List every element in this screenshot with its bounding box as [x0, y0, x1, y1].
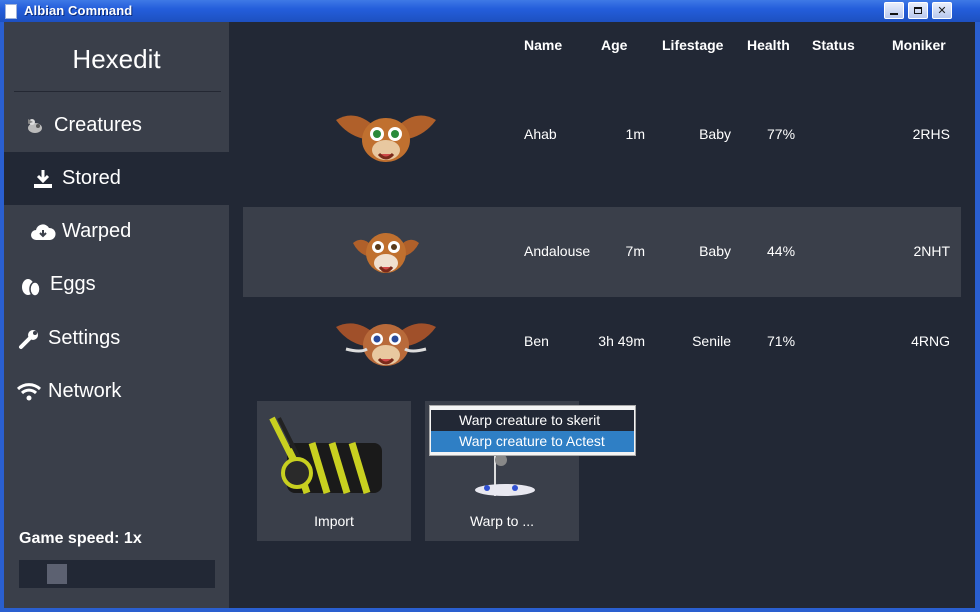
cell-name: Ahab [524, 126, 557, 142]
creature-portrait [336, 323, 436, 366]
sidebar: Hexedit Creatures Stored Warped Eggs Set… [4, 22, 229, 608]
title-bar[interactable]: Albian Command ✕ [0, 0, 980, 22]
close-icon: ✕ [937, 5, 947, 17]
cell-lifestage: Baby [699, 126, 731, 142]
sidebar-item-creatures[interactable]: Creatures [4, 99, 229, 152]
creature-portrait [336, 115, 436, 162]
cell-lifestage: Senile [692, 333, 731, 349]
maximize-icon [914, 7, 922, 14]
sidebar-item-settings[interactable]: Settings [4, 312, 229, 365]
minimize-icon [890, 12, 898, 15]
game-speed-slider[interactable] [19, 560, 215, 588]
window-title: Albian Command [24, 3, 133, 18]
import-machine-icon [269, 416, 382, 495]
sidebar-item-label: Network [48, 380, 122, 402]
sidebar-item-label: Settings [48, 327, 121, 349]
cell-moniker: 4RNG [911, 333, 950, 349]
cell-moniker: 2RHS [912, 126, 950, 142]
column-header-lifestage[interactable]: Lifestage [662, 37, 723, 53]
egg-icon [18, 272, 44, 298]
card-label: Import [314, 513, 354, 529]
sidebar-item-label: Stored [62, 167, 121, 189]
sidebar-item-network[interactable]: Network [4, 365, 229, 418]
column-header-moniker[interactable]: Moniker [892, 37, 946, 53]
cell-age: 3h 49m [598, 333, 645, 349]
column-header-name[interactable]: Name [524, 37, 562, 53]
table-row[interactable]: Ahab 1m Baby 77% 2RHS [243, 90, 961, 180]
column-header-health[interactable]: Health [747, 37, 790, 53]
cell-age: 1m [625, 126, 645, 142]
column-header-status[interactable]: Status [812, 37, 855, 53]
app-window: Albian Command ✕ Hexedit Creatures Store… [0, 0, 980, 612]
sidebar-item-label: Warped [62, 220, 132, 242]
sidebar-item-warped[interactable]: Warped [4, 205, 229, 258]
wrench-icon [16, 326, 42, 352]
minimize-button[interactable] [884, 2, 904, 19]
sidebar-item-stored[interactable]: Stored [4, 152, 229, 205]
cell-moniker: 2NHT [913, 243, 950, 259]
sidebar-item-eggs[interactable]: Eggs [4, 258, 229, 311]
cell-lifestage: Baby [699, 243, 731, 259]
game-speed-label: Game speed: 1x [19, 530, 142, 547]
import-card[interactable]: Import [257, 401, 411, 541]
cell-name: Andalouse [524, 243, 591, 259]
cell-age: 7m [625, 243, 645, 259]
slider-thumb[interactable] [47, 564, 67, 584]
maximize-button[interactable] [908, 2, 928, 19]
warp-context-menu: Warp creature to skerit Warp creature to… [429, 405, 636, 456]
cloud-download-icon [30, 219, 56, 245]
column-header-age[interactable]: Age [601, 37, 627, 53]
app-logo: Hexedit [72, 44, 161, 74]
cell-health: 44% [767, 243, 796, 259]
sidebar-item-label: Eggs [50, 273, 96, 295]
close-button[interactable]: ✕ [932, 2, 952, 19]
menu-item-warp-skerit[interactable]: Warp creature to skerit [431, 410, 634, 431]
creature-portrait [353, 233, 419, 273]
table-row[interactable]: Andalouse 7m Baby 44% 2NHT [243, 207, 961, 297]
document-icon [5, 4, 17, 19]
cell-health: 71% [767, 333, 796, 349]
card-label: Warp to ... [469, 513, 535, 529]
download-icon [30, 166, 56, 192]
sidebar-item-label: Creatures [54, 114, 142, 136]
creature-icon [22, 113, 48, 139]
menu-item-warp-actest[interactable]: Warp creature to Actest [431, 431, 634, 452]
cell-name: Ben [524, 333, 549, 349]
table-row[interactable]: Ben 3h 49m Senile 71% 4RNG [243, 297, 961, 387]
wifi-icon [16, 379, 42, 405]
main-content: Hexedit Creatures Stored Warped Eggs Set… [4, 22, 975, 608]
cell-health: 77% [767, 126, 796, 142]
divider [14, 91, 221, 92]
